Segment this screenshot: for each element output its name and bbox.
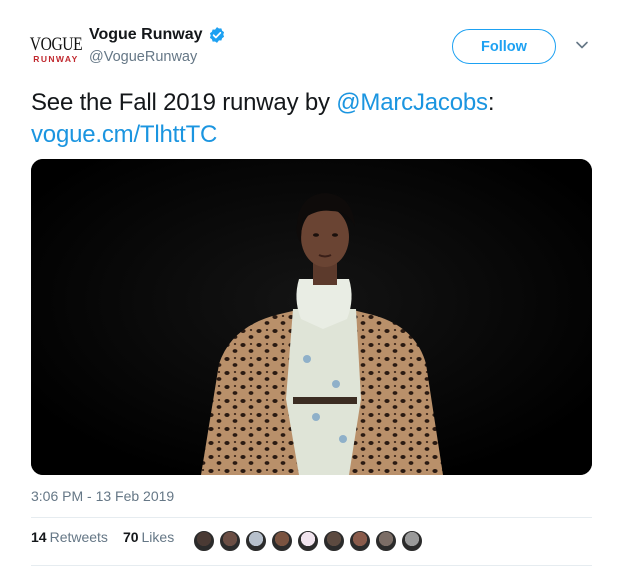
liker-avatar[interactable] (375, 530, 397, 552)
tweet-text: See the Fall 2019 runway by @MarcJacobs:… (31, 87, 601, 151)
divider-bottom (31, 565, 592, 566)
liker-avatar[interactable] (323, 530, 345, 552)
tweet-text-body: See the Fall 2019 runway by (31, 89, 337, 116)
likes-label: Likes (141, 529, 175, 545)
tweet-media-image[interactable] (31, 159, 592, 475)
account-avatar[interactable]: VOGUE RUNWAY (29, 32, 83, 68)
liker-avatar[interactable] (401, 530, 423, 552)
divider-top (31, 517, 592, 518)
url-link[interactable]: vogue.cm/TlhttTC (31, 121, 217, 148)
retweets-label: Retweets (49, 529, 108, 545)
follow-button[interactable]: Follow (452, 29, 556, 64)
likers-avatars (193, 530, 427, 552)
likes-stat[interactable]: 70 Likes (123, 529, 174, 545)
verified-badge-icon (209, 27, 224, 43)
retweets-count: 14 (31, 529, 47, 545)
liker-avatar[interactable] (349, 530, 371, 552)
name-row: Vogue Runway (89, 26, 226, 44)
runway-photo (31, 159, 592, 475)
runway-logo-text: RUNWAY (33, 53, 79, 64)
tweet-card: VOGUE RUNWAY Vogue Runway @VogueRunway F… (0, 0, 623, 569)
retweets-stat[interactable]: 14 Retweets (31, 529, 108, 545)
display-name[interactable]: Vogue Runway (89, 26, 203, 44)
mention-link[interactable]: @MarcJacobs (336, 89, 488, 116)
liker-avatar[interactable] (271, 530, 293, 552)
chevron-down-icon[interactable] (575, 40, 589, 50)
likes-count: 70 (122, 529, 139, 545)
vogue-logo-text: VOGUE (29, 33, 83, 55)
liker-avatar[interactable] (193, 530, 215, 552)
tweet-text-punct: : (487, 89, 495, 116)
liker-avatar[interactable] (297, 530, 319, 552)
liker-avatar[interactable] (245, 530, 267, 552)
liker-avatar[interactable] (219, 530, 241, 552)
tweet-timestamp[interactable]: 3:06 PM - 13 Feb 2019 (31, 488, 174, 504)
account-handle[interactable]: @VogueRunway (89, 49, 197, 65)
tweet-stats: 14 Retweets 70 Likes (31, 529, 189, 545)
